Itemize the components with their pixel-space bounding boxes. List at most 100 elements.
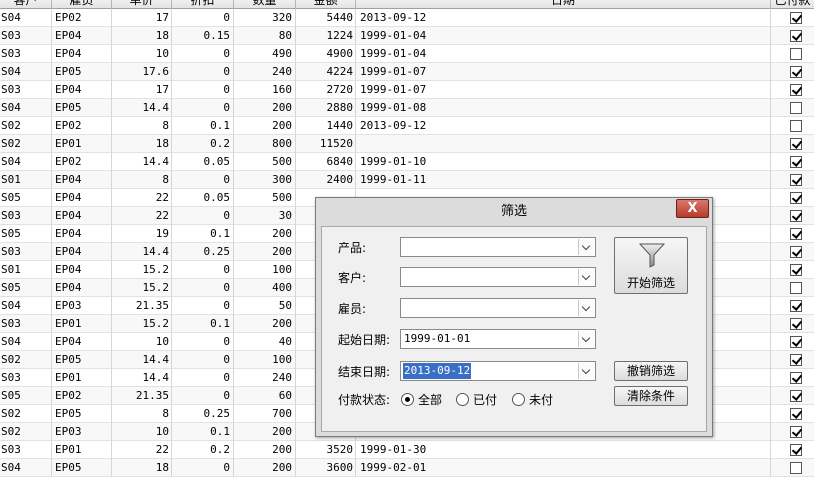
chevron-down-icon[interactable] [578, 363, 594, 379]
col-header-quantity[interactable]: 数量 [234, 0, 296, 9]
cell-employee[interactable]: EP04 [52, 171, 112, 189]
cell-price[interactable]: 10 [112, 333, 172, 351]
clear-conditions-button[interactable]: 清除条件 [614, 386, 688, 406]
cell-employee[interactable]: EP04 [52, 81, 112, 99]
cell-discount[interactable]: 0.2 [172, 135, 234, 153]
paid-checkbox[interactable] [790, 174, 802, 186]
cell-customer[interactable]: S04 [0, 63, 52, 81]
cell-date[interactable]: 1999-01-08 [356, 99, 771, 117]
cell-quantity[interactable]: 80 [234, 27, 296, 45]
cell-price[interactable]: 8 [112, 405, 172, 423]
cell-customer[interactable]: S03 [0, 207, 52, 225]
cell-date[interactable]: 1999-01-30 [356, 441, 771, 459]
start-date-picker[interactable]: 1999-01-01 [400, 329, 596, 349]
cell-amount[interactable]: 2400 [296, 171, 356, 189]
cell-quantity[interactable]: 240 [234, 63, 296, 81]
cell-customer[interactable]: S02 [0, 423, 52, 441]
table-row[interactable]: S04 EP02 14.4 0.05 500 6840 1999-01-10 [0, 153, 814, 171]
cell-employee[interactable]: EP05 [52, 405, 112, 423]
cell-discount[interactable]: 0.25 [172, 243, 234, 261]
cell-quantity[interactable]: 200 [234, 441, 296, 459]
cell-quantity[interactable]: 30 [234, 207, 296, 225]
cell-date[interactable]: 1999-01-07 [356, 81, 771, 99]
cell-employee[interactable]: EP04 [52, 45, 112, 63]
cell-customer[interactable]: S04 [0, 333, 52, 351]
cell-quantity[interactable]: 400 [234, 279, 296, 297]
table-row[interactable]: S02 EP02 8 0.1 200 1440 2013-09-12 [0, 117, 814, 135]
cell-price[interactable]: 10 [112, 423, 172, 441]
col-header-employee[interactable]: 雇员 [52, 0, 112, 9]
paid-checkbox[interactable] [790, 12, 802, 24]
paid-checkbox[interactable] [790, 354, 802, 366]
paid-checkbox[interactable] [790, 444, 802, 456]
table-row[interactable]: S03 EP01 22 0.2 200 3520 1999-01-30 [0, 441, 814, 459]
cell-discount[interactable]: 0.1 [172, 117, 234, 135]
cell-price[interactable]: 18 [112, 459, 172, 477]
cell-date[interactable]: 1999-01-04 [356, 27, 771, 45]
cell-quantity[interactable]: 240 [234, 369, 296, 387]
cell-price[interactable]: 14.4 [112, 243, 172, 261]
table-row[interactable]: S03 EP04 18 0.15 80 1224 1999-01-04 [0, 27, 814, 45]
employee-combobox[interactable] [400, 298, 596, 318]
cell-quantity[interactable]: 300 [234, 171, 296, 189]
cell-customer[interactable]: S02 [0, 135, 52, 153]
table-row[interactable]: S02 EP01 18 0.2 800 11520 [0, 135, 814, 153]
cell-employee[interactable]: EP05 [52, 99, 112, 117]
radio-unpaid-label[interactable]: 未付 [529, 391, 553, 409]
cell-quantity[interactable]: 100 [234, 351, 296, 369]
cell-employee[interactable]: EP04 [52, 333, 112, 351]
table-row[interactable]: S04 EP02 17 0 320 5440 2013-09-12 [0, 9, 814, 27]
cell-quantity[interactable]: 200 [234, 315, 296, 333]
chevron-down-icon[interactable] [578, 300, 594, 316]
cell-customer[interactable]: S04 [0, 153, 52, 171]
paid-checkbox[interactable] [790, 318, 802, 330]
cell-amount[interactable]: 6840 [296, 153, 356, 171]
cell-price[interactable]: 15.2 [112, 315, 172, 333]
cell-discount[interactable]: 0.15 [172, 27, 234, 45]
cell-customer[interactable]: S03 [0, 441, 52, 459]
cell-discount[interactable]: 0.2 [172, 441, 234, 459]
cell-price[interactable]: 17 [112, 81, 172, 99]
cell-employee[interactable]: EP01 [52, 369, 112, 387]
cell-quantity[interactable]: 500 [234, 153, 296, 171]
cell-discount[interactable]: 0 [172, 9, 234, 27]
cell-amount[interactable]: 1440 [296, 117, 356, 135]
paid-checkbox[interactable] [790, 156, 802, 168]
paid-checkbox[interactable] [790, 48, 802, 60]
cell-customer[interactable]: S03 [0, 81, 52, 99]
cell-amount[interactable]: 2880 [296, 99, 356, 117]
cell-date[interactable]: 2013-09-12 [356, 9, 771, 27]
cell-price[interactable]: 15.2 [112, 279, 172, 297]
cell-price[interactable]: 14.4 [112, 153, 172, 171]
table-row[interactable]: S04 EP05 18 0 200 3600 1999-02-01 [0, 459, 814, 477]
cell-quantity[interactable]: 320 [234, 9, 296, 27]
cell-amount[interactable]: 11520 [296, 135, 356, 153]
col-header-discount[interactable]: 折扣 [172, 0, 234, 9]
radio-paid-label[interactable]: 已付 [473, 391, 497, 409]
cell-employee[interactable]: EP04 [52, 189, 112, 207]
cell-price[interactable]: 14.4 [112, 369, 172, 387]
cell-price[interactable]: 17.6 [112, 63, 172, 81]
cell-quantity[interactable]: 200 [234, 225, 296, 243]
cell-price[interactable]: 8 [112, 117, 172, 135]
table-row[interactable]: S04 EP05 14.4 0 200 2880 1999-01-08 [0, 99, 814, 117]
cell-price[interactable]: 21.35 [112, 297, 172, 315]
col-header-date[interactable]: 日期 [356, 0, 771, 9]
cell-discount[interactable]: 0 [172, 279, 234, 297]
paid-checkbox[interactable] [790, 372, 802, 384]
cell-discount[interactable]: 0 [172, 81, 234, 99]
end-date-picker[interactable]: 2013-09-12 [400, 361, 596, 381]
paid-checkbox[interactable] [790, 336, 802, 348]
cell-customer[interactable]: S03 [0, 243, 52, 261]
cell-discount[interactable]: 0.05 [172, 153, 234, 171]
radio-all[interactable] [401, 393, 414, 406]
cell-amount[interactable]: 3520 [296, 441, 356, 459]
chevron-down-icon[interactable] [578, 239, 594, 255]
cell-discount[interactable]: 0 [172, 261, 234, 279]
cell-employee[interactable]: EP04 [52, 261, 112, 279]
cell-price[interactable]: 17 [112, 9, 172, 27]
table-row[interactable]: S01 EP04 8 0 300 2400 1999-01-11 [0, 171, 814, 189]
table-row[interactable]: S04 EP05 17.6 0 240 4224 1999-01-07 [0, 63, 814, 81]
cell-amount[interactable]: 4900 [296, 45, 356, 63]
cell-employee[interactable]: EP02 [52, 9, 112, 27]
